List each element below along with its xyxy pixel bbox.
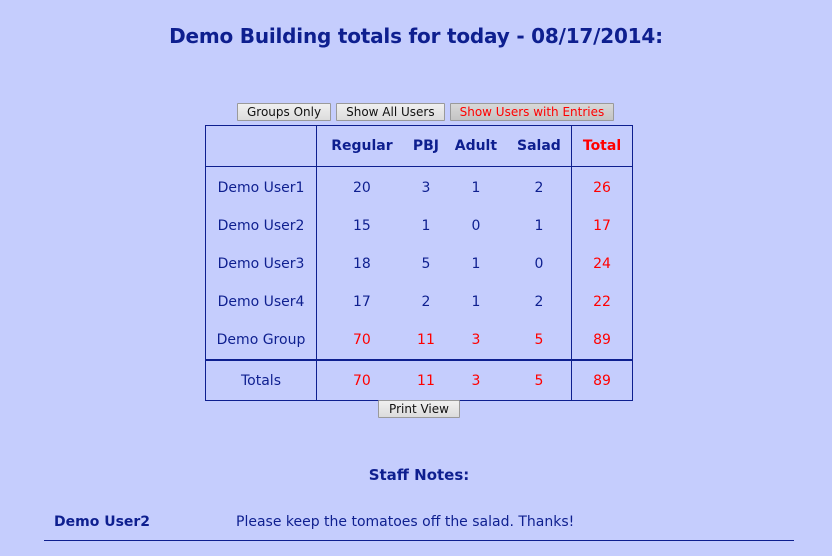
column-header-salad: Salad [506, 125, 572, 167]
cell-salad: 2 [534, 180, 544, 196]
show-all-users-button[interactable]: Show All Users [336, 103, 445, 121]
groups-only-button[interactable]: Groups Only [237, 103, 332, 121]
cell-pbj: 11 [417, 332, 435, 348]
cell-total: 17 [571, 207, 633, 245]
cell-regular: 17 [353, 294, 371, 310]
cell-adult: 0 [471, 218, 481, 234]
cell-total: 26 [571, 166, 633, 207]
table-row-group: Demo Group 70 11 3 5 89 [205, 321, 633, 360]
row-name: Demo User1 [205, 166, 317, 207]
cell-pbj: 5 [421, 256, 431, 272]
cell-total: 24 [571, 245, 633, 283]
show-users-with-entries-button[interactable]: Show Users with Entries [449, 103, 615, 121]
table-row: Demo User2 15 1 0 1 17 [205, 207, 633, 245]
cell-total: 89 [571, 321, 633, 360]
cell-adult: 1 [471, 256, 481, 272]
row-name: Demo Group [205, 321, 317, 360]
row-name: Demo User2 [205, 207, 317, 245]
cell-regular: 18 [353, 256, 371, 272]
row-name: Demo User4 [205, 283, 317, 321]
print-view-button[interactable]: Print View [378, 400, 460, 418]
totals-label: Totals [205, 359, 317, 401]
cell-adult: 1 [471, 180, 481, 196]
table-row: Demo User4 17 2 1 2 22 [205, 283, 633, 321]
grand-total: 89 [571, 359, 633, 401]
note-text: Please keep the tomatoes off the salad. … [236, 514, 575, 530]
staff-notes-title: Staff Notes: [368, 466, 470, 484]
column-header-regular: Regular [316, 125, 407, 167]
table-row: Demo User1 20 3 1 2 26 [205, 166, 633, 207]
table-header-row: Regular PBJ Adult Salad Total [205, 125, 633, 167]
column-header-name [205, 125, 317, 167]
table-row: Demo User3 18 5 1 0 24 [205, 245, 633, 283]
column-header-pbj: PBJ [406, 125, 446, 167]
cell-regular: 70 [353, 332, 371, 348]
cell-regular: 15 [353, 218, 371, 234]
row-name: Demo User3 [205, 245, 317, 283]
column-header-adult: Adult [445, 125, 507, 167]
cell-adult: 3 [471, 332, 481, 348]
cell-total: 22 [571, 283, 633, 321]
staff-note-item: Demo User2 Please keep the tomatoes off … [44, 512, 794, 541]
filter-button-bar: Groups Only Show All Users Show Users wi… [237, 103, 615, 121]
cell-adult: 1 [471, 294, 481, 310]
cell-pbj: 2 [421, 294, 431, 310]
column-header-total: Total [571, 125, 633, 167]
total-adult: 3 [445, 359, 507, 401]
print-view-container: Print View [0, 398, 832, 418]
cell-regular: 20 [353, 180, 371, 196]
total-pbj: 11 [406, 359, 446, 401]
totals-table: Regular PBJ Adult Salad Total Demo User1… [205, 125, 633, 401]
cell-salad: 2 [534, 294, 544, 310]
note-user: Demo User2 [54, 514, 151, 530]
cell-salad: 0 [534, 256, 544, 272]
cell-salad: 1 [534, 218, 544, 234]
cell-salad: 5 [534, 332, 544, 348]
total-regular: 70 [316, 359, 407, 401]
cell-pbj: 3 [421, 180, 431, 196]
table-totals-row: Totals 70 11 3 5 89 [205, 359, 633, 401]
page-title: Demo Building totals for today - 08/17/2… [169, 24, 663, 48]
total-salad: 5 [506, 359, 572, 401]
cell-pbj: 1 [421, 218, 431, 234]
